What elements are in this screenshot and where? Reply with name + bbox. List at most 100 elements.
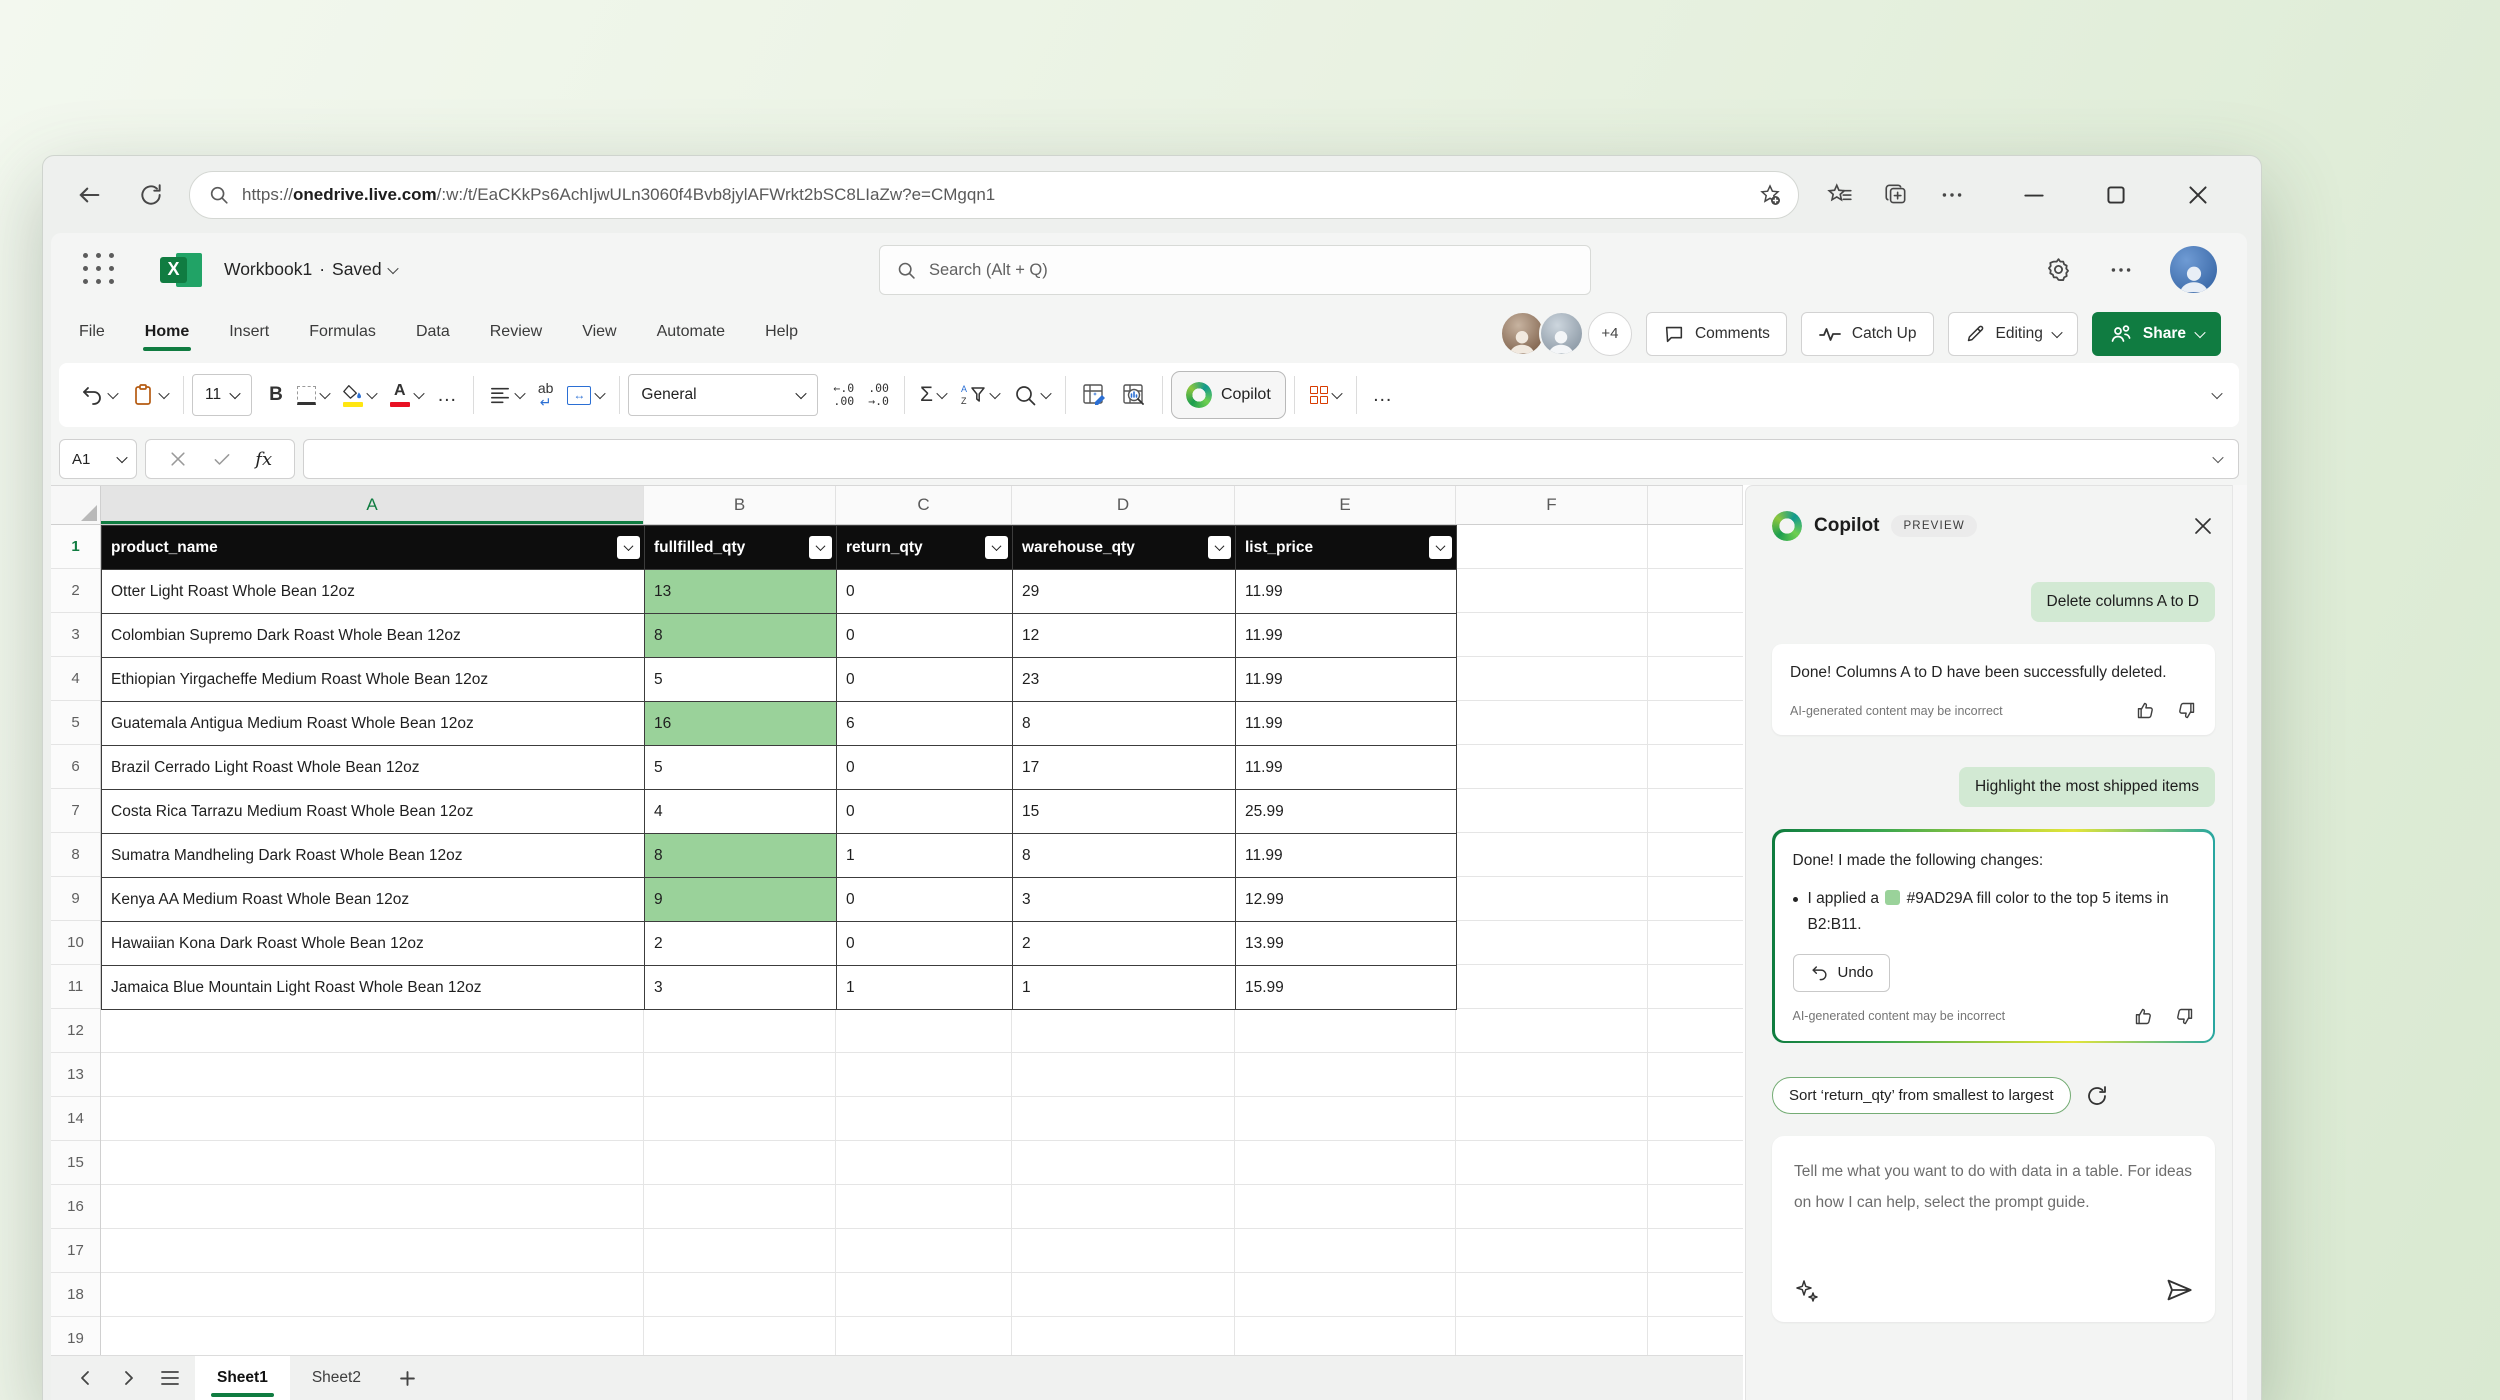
row-header-18[interactable]: 18 [51,1273,100,1317]
cell-B4[interactable]: 5 [644,657,837,702]
search-input[interactable]: Search (Alt + Q) [879,245,1591,295]
cell-B11[interactable]: 3 [644,965,837,1010]
favorites-star-icon[interactable] [1827,182,1853,208]
select-all-corner[interactable] [51,486,101,524]
alignment-button[interactable] [482,373,531,417]
cell-D8[interactable]: 8 [1012,833,1236,878]
cell-D6[interactable]: 17 [1012,745,1236,790]
row-header-13[interactable]: 13 [51,1053,100,1097]
send-plane-icon[interactable] [2165,1276,2193,1304]
cell-C8[interactable]: 1 [836,833,1013,878]
row-header-6[interactable]: 6 [51,745,100,789]
cell-B9[interactable]: 9 [644,877,837,922]
menu-tab-formulas[interactable]: Formulas [307,315,378,353]
font-size-dropdown[interactable]: 11 [192,374,253,416]
menu-tab-help[interactable]: Help [763,315,800,353]
sheet-list-icon[interactable] [153,1361,187,1395]
increase-decimal-button[interactable]: .00 →.0 [861,373,896,417]
collections-icon[interactable] [1883,182,1909,208]
copilot-input[interactable]: Tell me what you want to do with data in… [1772,1136,2215,1322]
table-header-return_qty[interactable]: return_qty [836,525,1013,570]
cell-A2[interactable]: Otter Light Roast Whole Bean 12oz [101,569,645,614]
column-header-A[interactable]: A [101,486,644,524]
cell-B2[interactable]: 13 [644,569,837,614]
thumb-up-icon[interactable] [2135,700,2156,721]
table-header-list_price[interactable]: list_price [1235,525,1457,570]
cell-C4[interactable]: 0 [836,657,1013,702]
cell-C11[interactable]: 1 [836,965,1013,1010]
row-header-11[interactable]: 11 [51,965,100,1009]
cell-C5[interactable]: 6 [836,701,1013,746]
catch-up-button[interactable]: Catch Up [1800,311,1934,356]
add-sheet-icon[interactable] [391,1361,425,1395]
editing-mode-button[interactable]: Editing [1947,311,2078,356]
ribbon-collapse-icon[interactable] [2211,387,2223,400]
menu-tab-view[interactable]: View [580,315,618,353]
font-color-button[interactable]: A [383,373,430,417]
cell-D4[interactable]: 23 [1012,657,1236,702]
thumb-down-icon[interactable] [2174,1006,2195,1027]
paste-button[interactable] [124,373,175,417]
ribbon-more-button[interactable]: … [1365,373,1400,417]
minimize-icon[interactable] [2021,182,2047,208]
menu-tab-insert[interactable]: Insert [227,315,271,353]
formula-bar-expand-icon[interactable] [2212,451,2224,464]
cell-A6[interactable]: Brazil Cerrado Light Roast Whole Bean 12… [101,745,645,790]
find-button[interactable] [1006,373,1057,417]
more-options-icon[interactable] [2108,257,2134,283]
cell-E4[interactable]: 11.99 [1235,657,1457,702]
menu-tab-file[interactable]: File [77,315,107,353]
row-header-15[interactable]: 15 [51,1141,100,1185]
cell-D10[interactable]: 2 [1012,921,1236,966]
row-header-1[interactable]: 1 [51,525,100,569]
cell-A8[interactable]: Sumatra Mandheling Dark Roast Whole Bean… [101,833,645,878]
table-header-fullfilled_qty[interactable]: fullfilled_qty [644,525,837,570]
cell-A7[interactable]: Costa Rica Tarrazu Medium Roast Whole Be… [101,789,645,834]
row-header-10[interactable]: 10 [51,921,100,965]
cell-D7[interactable]: 15 [1012,789,1236,834]
fill-color-button[interactable] [336,373,383,417]
cell-D2[interactable]: 29 [1012,569,1236,614]
filter-chevron-icon[interactable] [985,536,1008,559]
row-header-5[interactable]: 5 [51,701,100,745]
cell-B6[interactable]: 5 [644,745,837,790]
filter-chevron-icon[interactable] [1208,536,1231,559]
decrease-decimal-button[interactable]: ←.0.00 [826,373,861,417]
analyze-data-button[interactable] [1114,373,1154,417]
wrap-text-button[interactable]: ab ↵ [531,373,561,417]
cell-C3[interactable]: 0 [836,613,1013,658]
thumb-up-icon[interactable] [2133,1006,2154,1027]
cell-E5[interactable]: 11.99 [1235,701,1457,746]
merge-cells-button[interactable]: ↔ [560,373,611,417]
collaborator-avatar[interactable] [1538,311,1584,356]
table-header-warehouse_qty[interactable]: warehouse_qty [1012,525,1236,570]
cell-E8[interactable]: 11.99 [1235,833,1457,878]
filter-chevron-icon[interactable] [809,536,832,559]
formula-input[interactable] [303,439,2239,479]
cell-B8[interactable]: 8 [644,833,837,878]
gear-icon[interactable] [2045,256,2072,283]
borders-button[interactable] [290,373,336,417]
cancel-x-icon[interactable] [168,449,188,469]
cell-B7[interactable]: 4 [644,789,837,834]
sparkle-prompt-guide-icon[interactable] [1794,1278,1820,1304]
url-bar[interactable]: https://onedrive.live.com/:w:/t/EaCKkPs6… [189,170,1799,219]
cell-D5[interactable]: 8 [1012,701,1236,746]
table-styles-button[interactable] [1303,373,1349,417]
cell-A10[interactable]: Hawaiian Kona Dark Roast Whole Bean 12oz [101,921,645,966]
bold-button[interactable]: B [262,373,290,417]
maximize-icon[interactable] [2103,182,2129,208]
cell-D11[interactable]: 1 [1012,965,1236,1010]
prev-sheet-icon[interactable] [69,1361,103,1395]
thumb-down-icon[interactable] [2176,700,2197,721]
column-header-F[interactable]: F [1456,486,1648,524]
presence-overflow-badge[interactable]: +4 [1587,311,1632,356]
cell-E3[interactable]: 11.99 [1235,613,1457,658]
column-header-B[interactable]: B [644,486,836,524]
row-header-16[interactable]: 16 [51,1185,100,1229]
cell-A4[interactable]: Ethiopian Yirgacheffe Medium Roast Whole… [101,657,645,702]
refresh-suggestion-icon[interactable] [2085,1084,2109,1108]
cell-B5[interactable]: 16 [644,701,837,746]
browser-menu-icon[interactable] [1939,182,1965,208]
autosum-button[interactable]: Σ [913,373,953,417]
